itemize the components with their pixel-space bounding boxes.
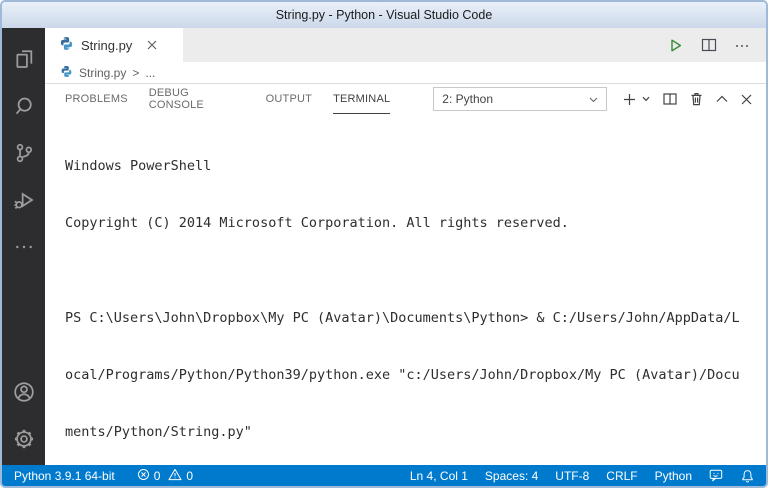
more-actions-icon[interactable] [734, 38, 750, 52]
panel-header: PROBLEMS DEBUG CONSOLE OUTPUT TERMINAL 2… [45, 84, 766, 114]
terminal-picker-value: 2: Python [442, 92, 493, 106]
bottom-panel: PROBLEMS DEBUG CONSOLE OUTPUT TERMINAL 2… [45, 83, 766, 486]
search-button[interactable] [2, 85, 45, 132]
new-terminal-icon[interactable] [623, 93, 636, 106]
tab-debug-console[interactable]: DEBUG CONSOLE [149, 84, 245, 114]
encoding-status[interactable]: UTF-8 [555, 469, 589, 483]
cursor-position-status[interactable]: Ln 4, Col 1 [410, 469, 468, 483]
editor-tab-bar: String.py [45, 28, 766, 62]
language-mode-status[interactable]: Python [655, 469, 692, 483]
python-file-icon [60, 65, 73, 81]
source-control-button[interactable] [2, 132, 45, 179]
run-and-debug-icon [12, 188, 36, 217]
run-python-file-button[interactable] [667, 37, 684, 54]
terminal-line: ocal/Programs/Python/Python39/python.exe… [65, 367, 740, 383]
terminal-picker-dropdown[interactable]: 2: Python [433, 87, 607, 111]
terminal-line: PS C:\Users\John\Dropbox\My PC (Avatar)\… [65, 310, 740, 326]
breadcrumb: String.py > ... [45, 62, 766, 83]
search-icon [12, 94, 36, 123]
tab-terminal[interactable]: TERMINAL [333, 84, 391, 114]
tab-string-py[interactable]: String.py [45, 28, 183, 62]
status-bar: Python 3.9.1 64-bit 0 0 Ln 4, Col 1 Spac… [2, 465, 766, 486]
activity-bar [2, 28, 45, 465]
tab-output[interactable]: OUTPUT [266, 84, 312, 114]
kill-terminal-trash-icon[interactable] [690, 92, 703, 106]
error-icon [137, 468, 150, 484]
settings-button[interactable] [2, 418, 45, 465]
split-terminal-icon[interactable] [663, 93, 677, 105]
eol-status[interactable]: CRLF [606, 469, 637, 483]
notifications-bell-icon[interactable] [741, 469, 754, 483]
errors-status[interactable]: 0 [137, 468, 160, 484]
split-editor-icon[interactable] [701, 38, 717, 52]
terminal-output[interactable]: Windows PowerShell Copyright (C) 2014 Mi… [45, 114, 766, 486]
run-and-debug-button[interactable] [2, 179, 45, 226]
terminal-line: Windows PowerShell [65, 158, 212, 174]
close-panel-icon[interactable] [741, 94, 752, 105]
explorer-icon [12, 47, 36, 76]
new-terminal-dropdown-icon[interactable] [642, 96, 650, 102]
python-interpreter-status[interactable]: Python 3.9.1 64-bit [14, 469, 115, 483]
vscode-window: String.py - Python - Visual Studio Code [0, 0, 768, 488]
more-views-button[interactable] [2, 226, 45, 273]
chevron-down-icon [589, 92, 598, 106]
warnings-status[interactable]: 0 [168, 468, 193, 484]
breadcrumb-symbols[interactable]: ... [145, 66, 155, 80]
tab-label: String.py [81, 37, 133, 53]
terminal-line: Copyright (C) 2014 Microsoft Corporation… [65, 215, 569, 231]
python-file-icon [59, 36, 74, 54]
maximize-panel-chevron-up-icon[interactable] [716, 95, 728, 103]
gear-icon [12, 427, 36, 456]
tab-close-icon[interactable] [147, 40, 157, 50]
terminal-line: ments/Python/String.py" [65, 424, 252, 440]
breadcrumb-file[interactable]: String.py [79, 66, 126, 80]
source-control-icon [12, 141, 36, 170]
feedback-icon[interactable] [709, 469, 724, 482]
ellipsis-icon [12, 235, 36, 264]
breadcrumb-separator: > [132, 65, 140, 80]
explorer-button[interactable] [2, 38, 45, 85]
tab-problems[interactable]: PROBLEMS [65, 84, 128, 114]
indentation-status[interactable]: Spaces: 4 [485, 469, 538, 483]
title-bar: String.py - Python - Visual Studio Code [2, 2, 766, 28]
window-title: String.py - Python - Visual Studio Code [275, 8, 493, 22]
accounts-button[interactable] [2, 371, 45, 418]
account-icon [12, 380, 36, 409]
warning-icon [168, 468, 182, 484]
